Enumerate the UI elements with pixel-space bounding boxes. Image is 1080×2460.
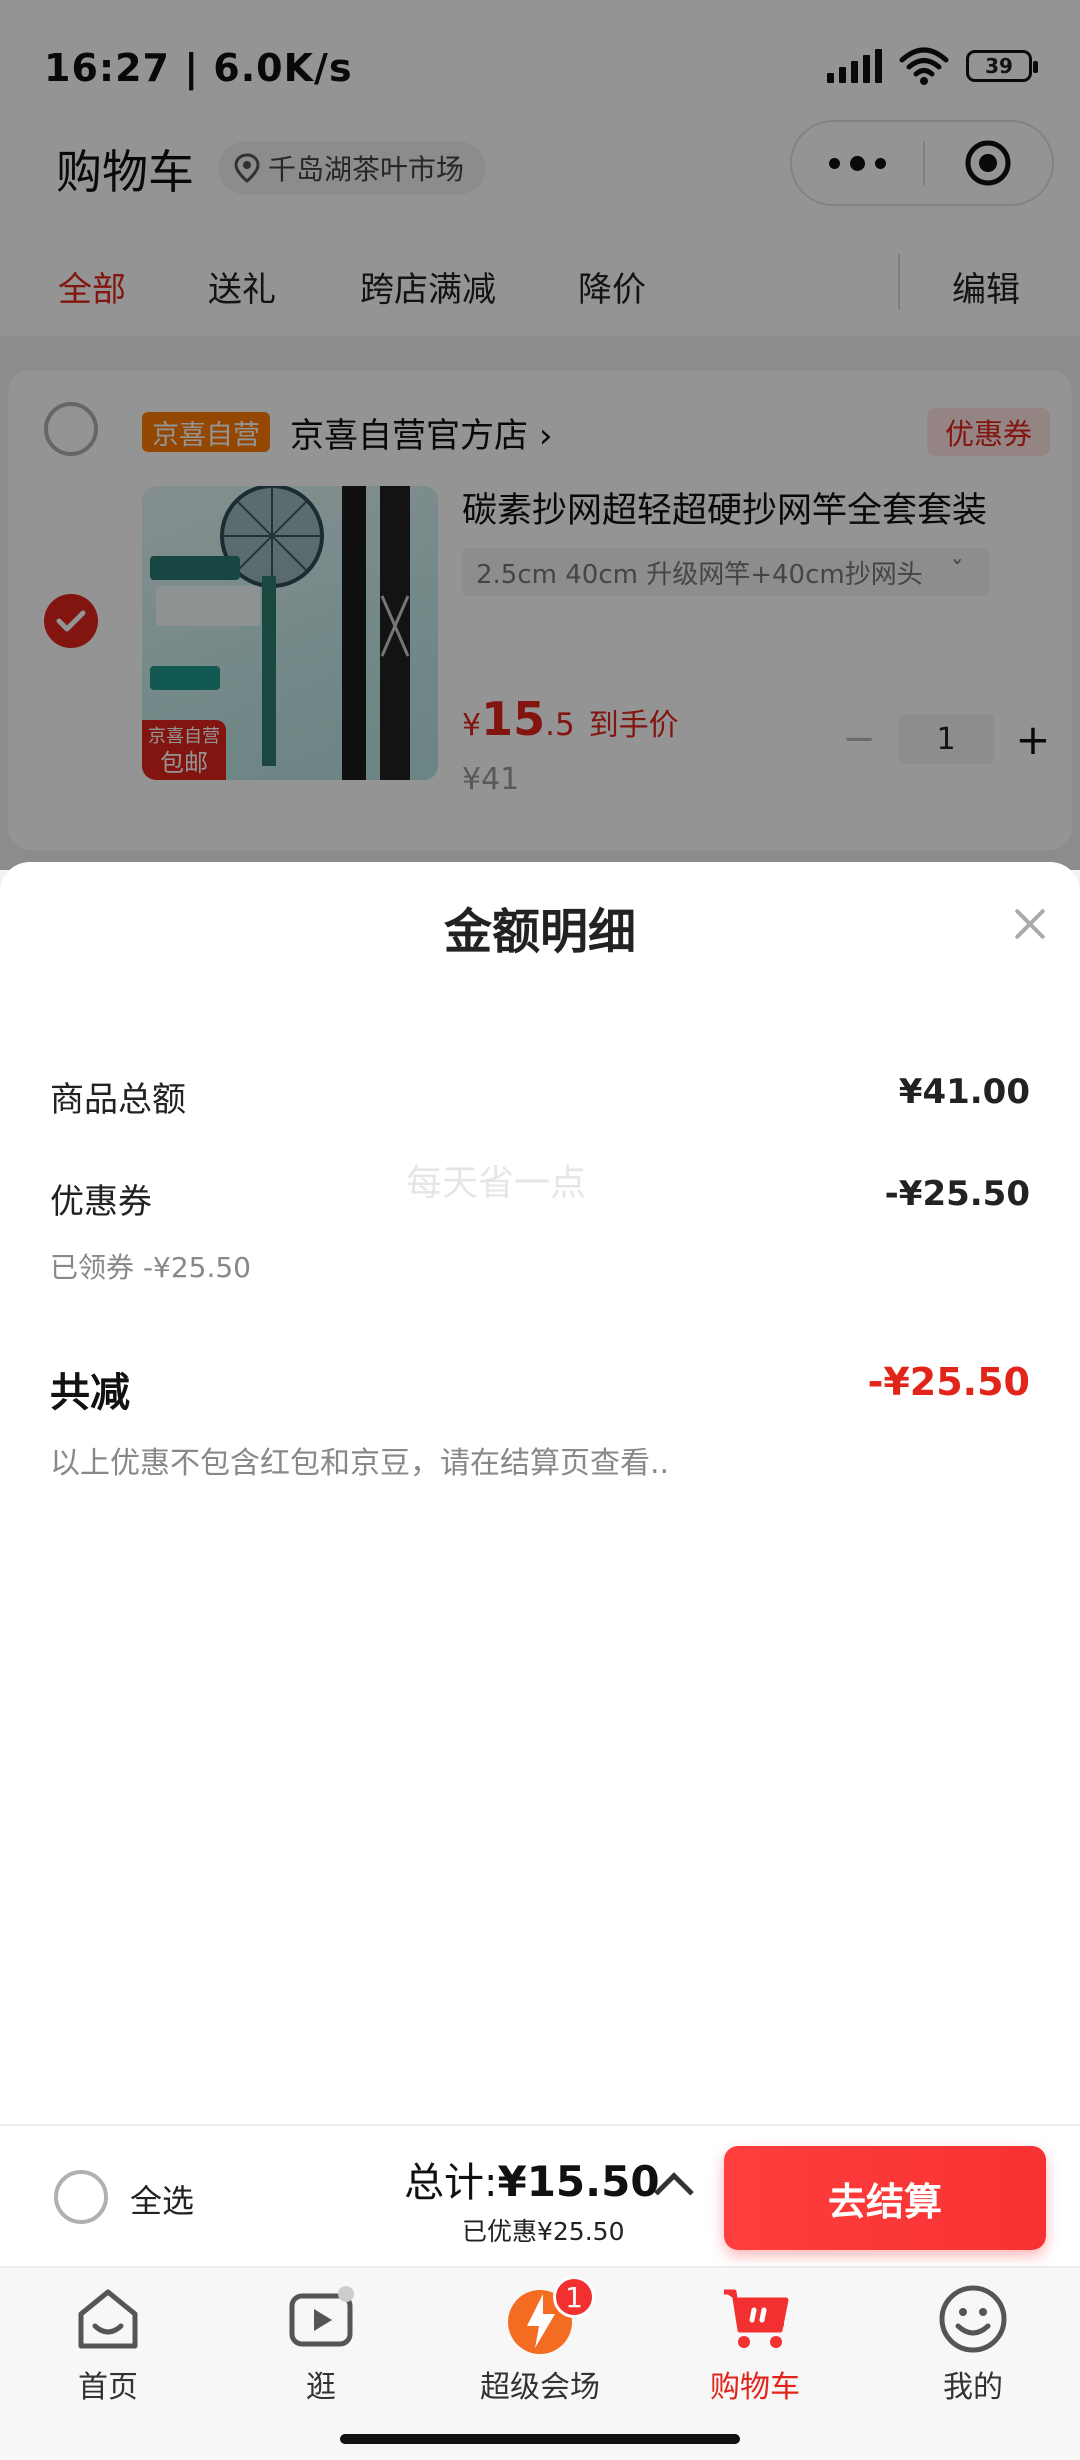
- coupon-label: 优惠券: [50, 1182, 152, 1222]
- tabbar-label-browse: 逛: [306, 2370, 336, 2405]
- cart-icon: [724, 2289, 789, 2348]
- modal-overlay[interactable]: [0, 0, 1080, 870]
- amount-detail-sheet: 金额明细 商品总额 ¥41.00 优惠券 -¥25.50 每天省一点 已领券 -…: [0, 862, 1080, 2124]
- checkout-button[interactable]: 去结算: [724, 2146, 1046, 2250]
- tabbar-item-home[interactable]: 首页: [33, 2282, 183, 2406]
- bottom-tab-bar: 首页 逛 1 超级会场 购物车 我的: [0, 2266, 1080, 2460]
- saved-amount: 已优惠¥25.50: [462, 2217, 625, 2246]
- select-all-checkbox[interactable]: [54, 2170, 108, 2224]
- close-icon[interactable]: [1010, 904, 1050, 944]
- select-all-label[interactable]: 全选: [130, 2176, 194, 2222]
- super-venue-icon: 1: [503, 2276, 595, 2356]
- watermark-text: 每天省一点: [406, 1163, 587, 1204]
- discount-disclaimer: 以上优惠不包含红包和京豆，请在结算页查看..: [50, 1446, 670, 1481]
- tabbar-item-profile[interactable]: 我的: [898, 2282, 1048, 2406]
- tabbar-label-cart: 购物车: [710, 2370, 800, 2405]
- tabbar-label-super-venue: 超级会场: [480, 2370, 600, 2405]
- tabbar-item-cart[interactable]: 购物车: [680, 2282, 830, 2406]
- video-play-icon: [289, 2286, 354, 2347]
- tabbar-item-super-venue[interactable]: 1 超级会场: [465, 2276, 615, 2406]
- tabbar-label-home: 首页: [78, 2370, 138, 2405]
- tabbar-item-browse[interactable]: 逛: [246, 2282, 396, 2406]
- coupon-value: -¥25.50: [884, 1174, 1030, 1214]
- notification-badge: 1: [553, 2276, 595, 2318]
- coupon-note: 已领券 -¥25.50: [50, 1251, 251, 1284]
- total-price: 总计:¥15.50: [404, 2157, 660, 2206]
- profile-face-icon: [939, 2285, 1007, 2353]
- goods-total-label: 商品总额: [50, 1080, 186, 1120]
- home-indicator: [340, 2434, 740, 2444]
- sheet-title: 金额明细: [443, 904, 636, 960]
- tabbar-label-profile: 我的: [943, 2370, 1003, 2405]
- checkout-bar: 全选 总计:¥15.50 已优惠¥25.50 去结算: [0, 2124, 1080, 2266]
- total-discount-label: 共减: [50, 1370, 130, 1416]
- home-icon: [78, 2289, 138, 2349]
- goods-total-value: ¥41.00: [898, 1072, 1030, 1112]
- total-discount-value: -¥25.50: [867, 1360, 1030, 1404]
- chevron-up-icon[interactable]: [654, 2172, 694, 2212]
